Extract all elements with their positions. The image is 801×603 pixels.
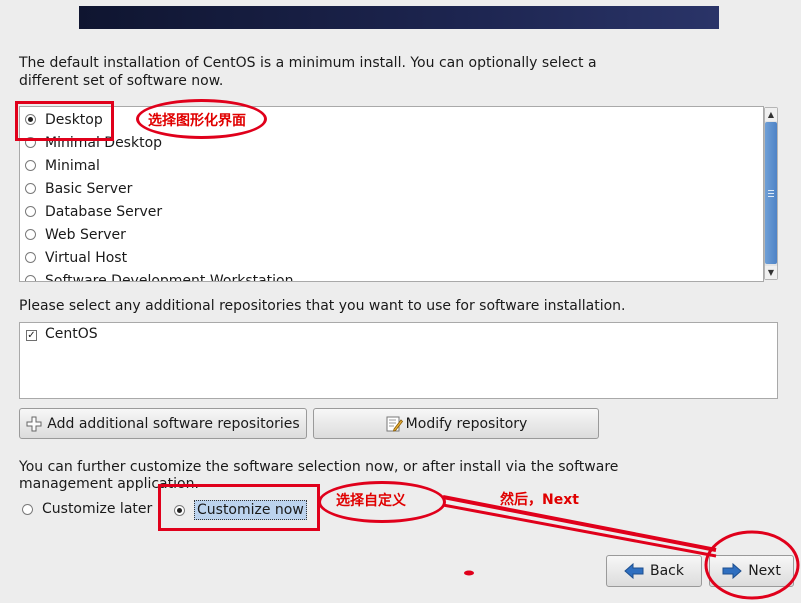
annotation-arrow bbox=[442, 495, 800, 600]
